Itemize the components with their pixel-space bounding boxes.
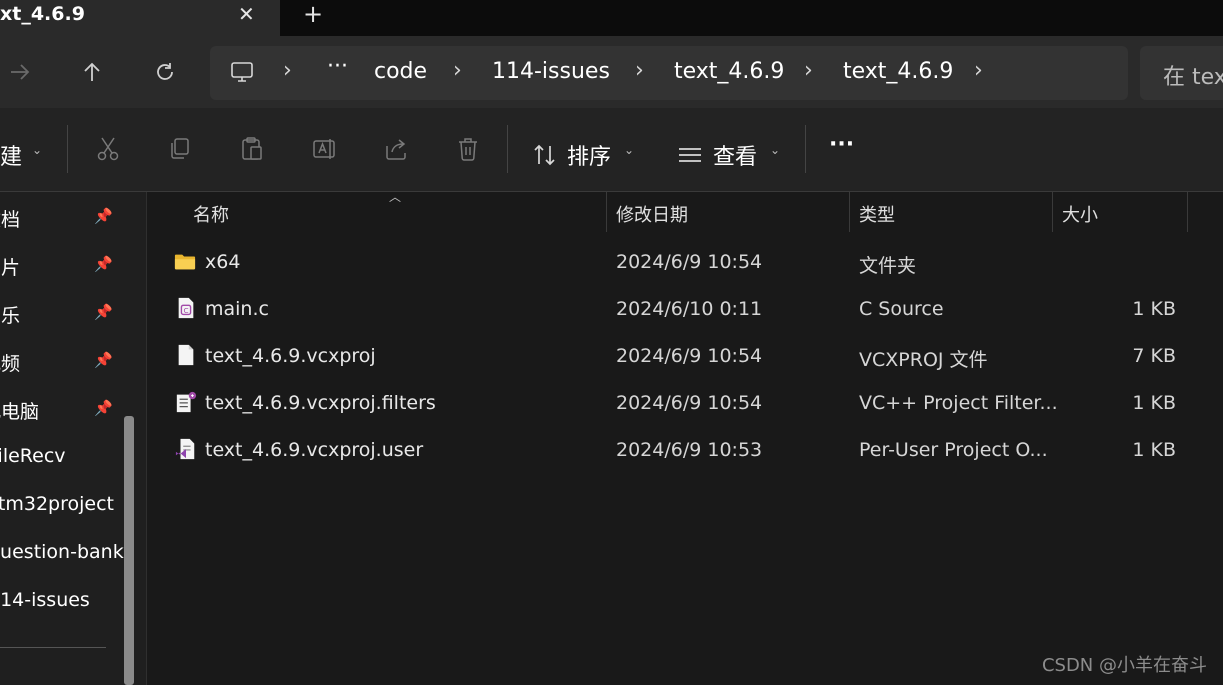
file-name[interactable]: main.c: [205, 298, 269, 320]
pin-icon: 📌: [94, 351, 113, 369]
file-type: 文件夹: [859, 255, 917, 277]
file-size: 7 KB: [1132, 345, 1176, 367]
tab-title: xt_4.6.9: [0, 3, 85, 25]
column-header-type[interactable]: 类型: [859, 201, 895, 227]
chevron-right-icon[interactable]: ›: [974, 58, 983, 83]
search-input[interactable]: 在 tex: [1163, 59, 1223, 91]
file-date: 2024/6/9 10:54: [616, 392, 763, 414]
sidebar-item-stm32project[interactable]: stm32project: [0, 493, 114, 515]
new-tab-icon[interactable]: +: [303, 0, 323, 28]
sidebar-item-114-issues[interactable]: 114-issues: [0, 589, 90, 611]
file-date: 2024/6/9 10:54: [616, 345, 763, 367]
share-icon[interactable]: [384, 136, 410, 168]
sort-button[interactable]: 排序: [567, 139, 611, 171]
breadcrumb-item-code[interactable]: code: [374, 59, 427, 84]
column-divider[interactable]: [1052, 192, 1053, 232]
filters-file-icon: [175, 391, 197, 417]
file-date: 2024/6/9 10:54: [616, 251, 763, 273]
toolbar-divider: [507, 125, 508, 173]
breadcrumb-item-text-parent[interactable]: text_4.6.9: [674, 59, 784, 84]
monitor-icon: [230, 60, 254, 88]
file-size: 1 KB: [1132, 439, 1176, 461]
back-arrow-icon[interactable]: [8, 60, 32, 90]
chevron-right-icon[interactable]: ›: [635, 58, 644, 83]
pin-icon: 📌: [94, 399, 113, 417]
file-type: Per-User Project O...: [859, 439, 1048, 461]
file-type: C Source: [859, 298, 944, 320]
sidebar-item-music[interactable]: 音乐: [0, 301, 20, 328]
column-divider[interactable]: [1187, 192, 1188, 232]
toolbar-divider: [67, 125, 68, 173]
chevron-right-icon[interactable]: ›: [283, 58, 292, 83]
breadcrumb-ellipsis[interactable]: ···: [327, 54, 348, 79]
sidebar-divider: [0, 647, 106, 648]
file-name[interactable]: text_4.6.9.vcxproj.user: [205, 439, 423, 461]
column-divider[interactable]: [849, 192, 850, 232]
file-date: 2024/6/9 10:53: [616, 439, 763, 461]
file-name[interactable]: text_4.6.9.vcxproj: [205, 345, 376, 367]
pin-icon: 📌: [94, 255, 113, 273]
sort-icon[interactable]: [532, 142, 558, 172]
new-button[interactable]: 建: [0, 139, 22, 171]
file-type: VCXPROJ 文件: [859, 349, 988, 371]
file-size: 1 KB: [1132, 298, 1176, 320]
chevron-down-icon[interactable]: ⌄: [624, 143, 634, 157]
refresh-icon[interactable]: [153, 60, 177, 90]
sidebar-item-filerecv[interactable]: FileRecv: [0, 445, 66, 467]
sort-ascending-icon: ︿: [389, 190, 402, 204]
file-name[interactable]: x64: [205, 251, 240, 273]
cut-icon[interactable]: [96, 136, 120, 168]
more-options-button[interactable]: ···: [829, 132, 854, 157]
svg-text:C: C: [184, 306, 189, 315]
file-size: 1 KB: [1132, 392, 1176, 414]
chevron-down-icon[interactable]: ⌄: [32, 143, 42, 157]
rename-icon[interactable]: [312, 136, 338, 168]
column-header-date[interactable]: 修改日期: [616, 201, 688, 227]
paste-icon[interactable]: [240, 136, 264, 168]
file-name[interactable]: text_4.6.9.vcxproj.filters: [205, 392, 436, 414]
breadcrumb-item-114-issues[interactable]: 114-issues: [492, 59, 610, 84]
sidebar-item-videos[interactable]: 视频: [0, 349, 20, 376]
sidebar-item-pictures[interactable]: 图片: [0, 253, 20, 280]
vs-user-file-icon: [175, 438, 197, 464]
chevron-down-icon[interactable]: ⌄: [770, 143, 780, 157]
toolbar-divider: [805, 125, 806, 173]
close-tab-icon[interactable]: ✕: [238, 2, 255, 26]
watermark: CSDN @小羊在奋斗: [1041, 655, 1207, 676]
column-header-size[interactable]: 大小: [1062, 201, 1098, 227]
pin-icon: 📌: [94, 207, 113, 225]
column-divider[interactable]: [606, 192, 607, 232]
pin-icon: 📌: [94, 303, 113, 321]
column-header-name[interactable]: 名称: [193, 201, 229, 227]
view-button[interactable]: 查看: [713, 139, 757, 171]
arrow-up-icon[interactable]: [80, 60, 104, 90]
chevron-right-icon[interactable]: ›: [804, 58, 813, 83]
file-type: VC++ Project Filter...: [859, 392, 1058, 414]
sidebar-item-this-pc[interactable]: 此电脑: [0, 397, 39, 424]
c-source-file-icon: C: [175, 297, 197, 323]
chevron-right-icon[interactable]: ›: [453, 58, 462, 83]
file-date: 2024/6/10 0:11: [616, 298, 763, 320]
blank-file-icon: [175, 344, 197, 370]
folder-icon: [174, 251, 196, 277]
sidebar-item-question-bank[interactable]: question-bank: [0, 541, 124, 563]
copy-icon[interactable]: [168, 136, 192, 168]
breadcrumb-item-text-current[interactable]: text_4.6.9: [843, 59, 953, 84]
view-icon[interactable]: [677, 143, 703, 171]
delete-icon[interactable]: [456, 136, 480, 168]
sidebar-scrollbar[interactable]: [124, 416, 134, 685]
sidebar-item-documents[interactable]: 文档: [0, 205, 20, 232]
